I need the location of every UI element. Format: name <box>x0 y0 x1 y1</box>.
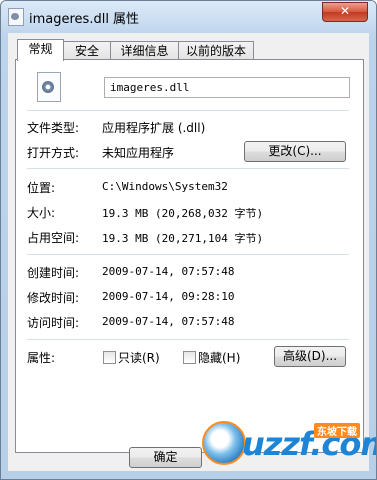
dll-file-icon <box>8 8 24 26</box>
watermark-globe-icon <box>202 421 246 465</box>
close-icon: ✕ <box>339 4 351 18</box>
gear-icon <box>42 81 54 93</box>
properties-window: imageres.dll 属性 ✕ 常规 安全 详细信息 以前的版本 image… <box>0 0 377 480</box>
created-value: 2009-07-14, 07:57:48 <box>102 265 235 278</box>
attributes-label: 属性: <box>27 351 56 365</box>
window-title: imageres.dll 属性 <box>29 12 140 27</box>
tab-security[interactable]: 安全 <box>63 41 111 60</box>
general-panel: imageres.dll 文件类型: 应用程序扩展 (.dll) 打开方式: 未… <box>15 59 364 453</box>
accessed-label: 访问时间: <box>27 316 80 330</box>
file-name-field[interactable]: imageres.dll <box>104 77 350 98</box>
separator <box>27 339 349 340</box>
size-value: 19.3 MB (20,268,032 字节) <box>102 207 264 220</box>
accessed-value: 2009-07-14, 07:57:48 <box>102 315 235 328</box>
size-on-disk-label: 占用空间: <box>27 231 80 245</box>
size-on-disk-value: 19.3 MB (20,271,104 字节) <box>102 232 264 245</box>
hidden-label[interactable]: 隐藏(H) <box>198 349 240 366</box>
ok-button[interactable]: 确定 <box>129 447 202 468</box>
file-name-value: imageres.dll <box>110 81 190 94</box>
size-label: 大小: <box>27 206 56 220</box>
readonly-checkbox[interactable] <box>103 351 116 364</box>
modified-value: 2009-07-14, 09:28:10 <box>102 290 235 303</box>
hidden-checkbox[interactable] <box>183 351 196 364</box>
title-bar[interactable]: imageres.dll 属性 ✕ <box>1 1 376 31</box>
change-button[interactable]: 更改(C)... <box>244 141 346 162</box>
watermark-logo: uzzf.com 东坡下载 <box>196 419 376 473</box>
dll-file-icon <box>37 72 61 102</box>
opens-with-value: 未知应用程序 <box>102 146 175 160</box>
modified-label: 修改时间: <box>27 291 80 305</box>
file-type-value: 应用程序扩展 (.dll) <box>102 121 206 135</box>
opens-with-label: 打开方式: <box>27 146 80 160</box>
watermark-badge: 东坡下载 <box>314 423 360 438</box>
tab-details[interactable]: 详细信息 <box>110 41 179 60</box>
dialog-client: 常规 安全 详细信息 以前的版本 imageres.dll 文件类型: 应用程序… <box>8 33 369 471</box>
readonly-label[interactable]: 只读(R) <box>118 349 160 366</box>
tab-general[interactable]: 常规 <box>17 39 64 61</box>
tab-previous-versions[interactable]: 以前的版本 <box>178 41 254 60</box>
separator <box>27 110 349 111</box>
location-value: C:\Windows\System32 <box>102 180 228 193</box>
created-label: 创建时间: <box>27 266 80 280</box>
separator <box>27 254 349 255</box>
separator <box>27 168 349 169</box>
close-button[interactable]: ✕ <box>322 2 368 22</box>
advanced-button[interactable]: 高级(D)... <box>274 346 346 367</box>
file-type-label: 文件类型: <box>27 121 80 135</box>
location-label: 位置: <box>27 181 56 195</box>
